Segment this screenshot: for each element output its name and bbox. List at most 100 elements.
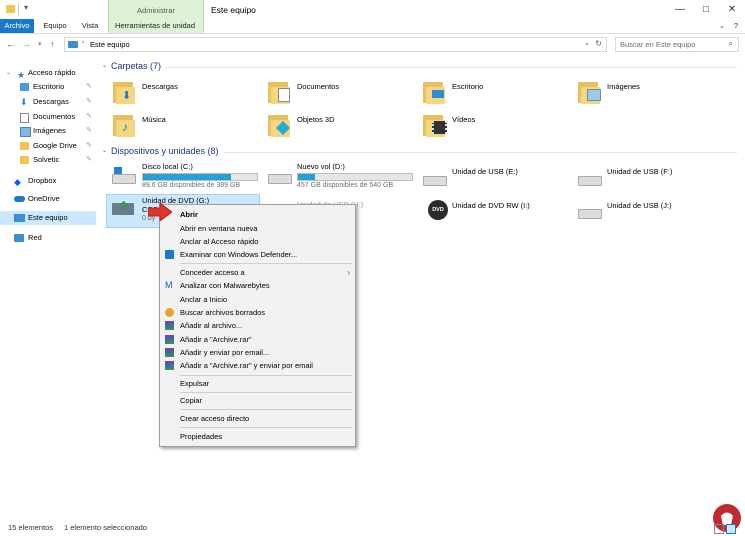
search-input[interactable]: Buscar en Este equipo ⌕ [615,37,739,52]
forward-arrow-icon[interactable]: → [22,39,31,49]
refresh-icon[interactable]: ↻ [595,39,602,48]
drive-label[interactable]: Unidad de USB (F:) [607,167,672,176]
sidebar-item-acceso-rapido[interactable]: ⌄ ★ Acceso rápido [0,66,96,80]
sidebar-item-este-equipo[interactable]: Este equipo [0,211,96,225]
menu-separator [180,392,352,393]
menu-item-copiar[interactable]: Copiar [160,394,355,407]
usb-drive-icon[interactable] [578,205,602,219]
sidebar-item-escritorio[interactable]: Escritorio ✎ [0,80,96,94]
tab-equipo[interactable]: Equipo [38,19,72,33]
folder-label[interactable]: Descargas [142,82,178,91]
close-button[interactable]: ✕ [719,0,745,19]
address-dropdown-icon[interactable]: ⌄ [584,39,590,47]
folder-icon[interactable] [268,113,291,137]
tab-vista[interactable]: Vista [75,19,105,33]
hard-drive-icon[interactable] [112,167,136,184]
folder-icon[interactable] [423,80,445,104]
pin-icon[interactable]: ✎ [86,124,92,138]
drive-label[interactable]: Nuevo vol (D:) [297,162,345,171]
menu-item-anadir-archive-rar[interactable]: Añadir a "Archive.rar" [160,333,355,346]
drive-label[interactable]: Unidad de USB (E:) [452,167,518,176]
menu-item-label: Conceder acceso a [180,268,245,277]
folder-icon[interactable] [578,80,601,104]
maximize-button[interactable]: □ [693,0,719,19]
pin-icon[interactable]: ✎ [86,153,92,167]
menu-item-label: Examinar con Windows Defender... [180,250,298,259]
sidebar-item-label: Este equipo [28,213,68,222]
recent-locations-icon[interactable]: ▾ [38,40,42,48]
menu-item-anadir-enviar-email[interactable]: Añadir y enviar por email... [160,346,355,359]
folder-icon[interactable] [268,80,290,104]
quick-access-dropdown-icon[interactable]: ▾ [24,3,34,12]
dvd-rw-icon[interactable]: DVD [428,200,448,220]
help-icon[interactable]: ? [730,19,742,33]
menu-item-anadir-archivo[interactable]: Añadir al archivo... [160,319,355,332]
sidebar-item-red[interactable]: Red [0,231,96,245]
chevron-down-icon[interactable]: ⌄ [6,66,11,80]
pin-icon[interactable]: ✎ [86,95,92,109]
folder-label[interactable]: Música [142,115,166,124]
winrar-icon [165,348,174,357]
back-arrow-icon[interactable]: ← [6,39,15,49]
sidebar-item-label: Imágenes [33,126,66,135]
capacity-bar [297,173,413,181]
drive-label[interactable]: Unidad de DVD RW (I:) [452,201,530,210]
sidebar-item-label: Documentos [33,112,76,121]
menu-item-expulsar[interactable]: Expulsar [160,377,355,390]
drive-label[interactable]: Disco local (C:) [142,162,193,171]
sidebar-item-google-drive[interactable]: Google Drive ✎ [0,139,96,153]
drive-label[interactable]: Unidad de USB (J:) [607,201,672,210]
usb-drive-icon[interactable] [423,172,447,186]
folders-header[interactable]: Carpetas (7) [111,61,161,71]
details-view-icon[interactable] [714,524,724,534]
folder-label[interactable]: Documentos [297,82,339,91]
tab-herramientas-de-unidad[interactable]: Herramientas de unidad [108,19,202,33]
folder-icon[interactable]: ♪ [113,113,135,137]
menu-item-abrir[interactable]: Abrir [160,208,355,221]
folder-label[interactable]: Escritorio [452,82,483,91]
dvd-drive-icon[interactable]: ✿ [112,197,136,217]
cloud-icon [14,196,25,202]
menu-item-windows-defender[interactable]: Examinar con Windows Defender... [160,248,355,261]
chevron-down-icon[interactable]: ⌄ [102,62,107,69]
menu-item-anclar-acceso-rapido[interactable]: Anclar al Acceso rápido [160,235,355,248]
menu-item-crear-acceso-directo[interactable]: Crear acceso directo [160,412,355,425]
folder-icon[interactable] [423,113,447,137]
minimize-button[interactable]: — [667,0,693,19]
menu-item-label: Abrir [180,210,198,219]
star-icon: ★ [17,70,26,80]
menu-item-anadir-rar-enviar-email[interactable]: Añadir a "Archive.rar" y enviar por emai… [160,359,355,372]
folder-label[interactable]: Vídeos [452,115,475,124]
folder-label[interactable]: Objetos 3D [297,115,335,124]
pin-icon[interactable]: ✎ [86,139,92,153]
tab-archivo[interactable]: Archivo [0,19,34,33]
folder-label[interactable]: Imágenes [607,82,640,91]
menu-item-propiedades[interactable]: Propiedades [160,430,355,443]
menu-item-anclar-inicio[interactable]: Anclar a Inicio [160,293,355,306]
usb-drive-icon[interactable] [578,172,602,186]
chevron-down-icon[interactable]: ⌄ [716,19,728,33]
address-path: Este equipo [90,40,130,49]
capacity-fill [143,174,231,180]
menu-item-conceder-acceso[interactable]: Conceder acceso a › [160,266,355,279]
sidebar-item-documentos[interactable]: Documentos ✎ [0,110,96,124]
sidebar-item-dropbox[interactable]: ◆ Dropbox [0,174,96,188]
chevron-down-icon[interactable]: ⌄ [102,147,107,154]
up-arrow-icon[interactable]: ↑ [50,39,55,49]
menu-item-buscar-borrados[interactable]: Buscar archivos borrados [160,306,355,319]
sidebar-item-imagenes[interactable]: Imágenes ✎ [0,124,96,138]
pin-icon[interactable]: ✎ [86,110,92,124]
menu-item-malwarebytes[interactable]: M Analizar con Malwarebytes [160,279,355,292]
menu-item-label: Añadir y enviar por email... [180,348,270,357]
devices-header[interactable]: Dispositivos y unidades (8) [111,146,219,156]
address-bar[interactable]: › Este equipo ⌄ ↻ [64,37,607,52]
sidebar-item-onedrive[interactable]: OneDrive [0,192,96,206]
hard-drive-icon[interactable] [268,170,292,184]
sidebar-item-label: OneDrive [28,194,60,203]
large-icons-view-icon[interactable] [726,524,736,534]
sidebar-item-solvetic[interactable]: Solvetic ✎ [0,153,96,167]
menu-item-abrir-ventana-nueva[interactable]: Abrir en ventana nueva [160,222,355,235]
pin-icon[interactable]: ✎ [86,80,92,94]
folder-icon[interactable]: ⬇ [113,80,135,104]
sidebar-item-descargas[interactable]: ⬇ Descargas ✎ [0,95,96,109]
